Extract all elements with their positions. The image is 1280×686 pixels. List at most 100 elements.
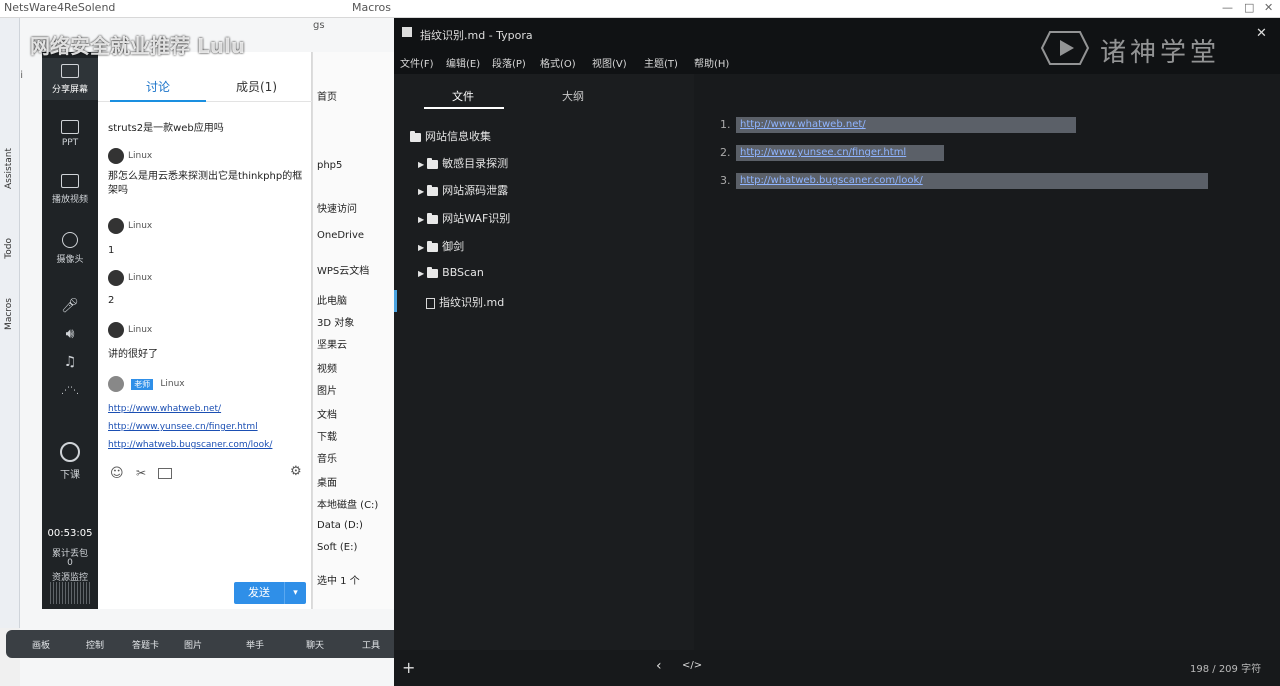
user-avatar [108, 218, 124, 234]
toolbar-item[interactable]: 控制 [86, 638, 104, 651]
explorer-item[interactable]: OneDrive [317, 230, 364, 241]
word-count[interactable]: 198 / 209 字符 [1190, 660, 1261, 675]
toolbar-item[interactable]: 举手 [246, 638, 264, 651]
todo-tab[interactable]: Todo [4, 238, 14, 259]
explorer-item[interactable]: Soft (E:) [317, 542, 357, 553]
watermark-logo-icon [1040, 31, 1090, 65]
caret-right-icon: ▶ [418, 269, 425, 278]
tab-files[interactable]: 文件 [452, 88, 474, 104]
class-timer: 00:53:05 [47, 528, 93, 539]
menu-theme[interactable]: 主题(T) [644, 55, 678, 70]
settings-gear-icon[interactable]: ⚙ [290, 464, 302, 479]
file-explorer-partial: 首页 php5 快速访问 OneDrive WPS云文档 此电脑 3D 对象 坚… [312, 52, 394, 609]
caret-right-icon: ▶ [418, 243, 425, 252]
ide-settings-label: gs [313, 20, 325, 31]
video-icon [61, 174, 79, 188]
tree-folder[interactable]: ▶ 网站源码泄露 [418, 182, 508, 198]
tree-folder[interactable]: ▶ 网站WAF识别 [418, 210, 510, 226]
menu-file[interactable]: 文件(F) [400, 55, 434, 70]
typora-sidebar: 文件 大纲 网站信息收集 ▶ 敏感目录探测 ▶ 网站源码泄露 ▶ 网站WAF识别 ▶ 御… [394, 74, 694, 686]
tree-folder[interactable]: ▶ 敏感目录探测 [418, 155, 508, 171]
explorer-item[interactable]: 本地磁盘 (C:) [317, 496, 378, 511]
tab-discuss[interactable]: 讨论 [146, 78, 170, 95]
explorer-item[interactable]: 图片 [317, 382, 337, 397]
explorer-item[interactable]: 音乐 [317, 450, 337, 465]
tree-folder[interactable]: ▶ 御剑 [418, 238, 464, 254]
tab-outline[interactable]: 大纲 [562, 88, 584, 104]
maximize-button[interactable]: □ [1244, 1, 1254, 14]
chat-link: http://www.whatweb.net/ [108, 404, 222, 414]
macros-tab[interactable]: Macros [4, 298, 14, 330]
send-options-dropdown[interactable]: ▾ [284, 582, 306, 604]
toolbar-item[interactable]: 聊天 [306, 638, 324, 651]
teacher-badge: 老师 [131, 379, 154, 390]
microphone-icon: 🎤︎ [61, 298, 79, 314]
watermark-brand: 诸神学堂 [1100, 38, 1221, 68]
image-icon[interactable] [158, 468, 172, 479]
microphone-button[interactable]: 🎤︎ [42, 298, 98, 314]
tab-members[interactable]: 成员(1) [236, 78, 277, 95]
folder-icon [427, 212, 439, 224]
emoji-icon[interactable]: ☺ [110, 466, 124, 481]
toolbar-item[interactable]: 画板 [32, 638, 50, 651]
source-code-mode-button[interactable]: </> [682, 660, 702, 671]
tree-folder[interactable]: ▶ BBScan [418, 266, 484, 279]
typora-window: 指纹识别.md - Typora ✕ 文件(F) 编辑(E) 段落(P) 格式(… [394, 18, 1280, 686]
ppt-button[interactable]: PPT [42, 120, 98, 148]
teacher-message: 老师 Linux [108, 376, 304, 392]
explorer-item[interactable]: 桌面 [317, 474, 337, 489]
explorer-item[interactable]: 3D 对象 [317, 314, 354, 329]
music-button[interactable]: ♫ [42, 354, 98, 370]
tree-file-active[interactable]: 指纹识别.md [426, 294, 504, 310]
menu-paragraph[interactable]: 段落(P) [492, 55, 526, 70]
toolbar-item[interactable]: 工具 [362, 638, 380, 651]
packet-loss-value: 0 [67, 558, 73, 568]
chat-panel: 讨论 成员(1) struts2是一款web应用吗 Linux 那怎么是用云悉来… [98, 52, 312, 609]
toolbar-item[interactable]: 图片 [184, 638, 202, 651]
user-avatar [108, 270, 124, 286]
add-file-button[interactable]: + [402, 658, 415, 677]
close-button[interactable]: ✕ [1264, 1, 1273, 14]
caret-right-icon: ▶ [418, 215, 425, 224]
explorer-item[interactable]: 视频 [317, 360, 337, 375]
menu-view[interactable]: 视图(V) [592, 55, 627, 70]
explorer-item[interactable]: 下载 [317, 428, 337, 443]
explorer-item[interactable]: 文档 [317, 406, 337, 421]
typora-close-button[interactable]: ✕ [1256, 26, 1267, 41]
explorer-item[interactable]: Data (D:) [317, 520, 363, 531]
send-button[interactable]: 发送 [234, 582, 284, 604]
list-link[interactable]: http://www.whatweb.net/ [736, 117, 1076, 133]
menu-help[interactable]: 帮助(H) [694, 55, 729, 70]
end-class-button[interactable]: 下课 [42, 442, 98, 481]
folder-icon [410, 130, 421, 142]
speaker-button[interactable]: 🔊︎ [42, 326, 98, 342]
chat-link: http://whatweb.bugscaner.com/look/ [108, 440, 273, 450]
back-button[interactable]: ‹ [656, 658, 662, 674]
play-video-button[interactable]: 播放视频 [42, 174, 98, 205]
chat-message-text: 讲的很好了 [108, 349, 158, 360]
explorer-item[interactable]: 此电脑 [317, 292, 347, 307]
ide-side-strip: Assistant Todo Macros [0, 18, 20, 628]
minimize-button[interactable]: — [1222, 1, 1233, 14]
explorer-item[interactable]: WPS云文档 [317, 262, 369, 277]
folder-icon [427, 240, 439, 252]
typora-editor[interactable]: 1. http://www.whatweb.net/ 2. http://www… [694, 74, 1280, 686]
more-button[interactable]: ⋰⋱ [42, 386, 98, 396]
macros-menu[interactable]: Macros [352, 1, 391, 14]
explorer-item[interactable]: 坚果云 [317, 336, 347, 351]
assistant-tab[interactable]: Assistant [4, 148, 14, 189]
camera-button[interactable]: 摄像头 [42, 232, 98, 265]
music-icon: ♫ [63, 354, 77, 370]
share-screen-button[interactable]: 分享屏幕 [42, 58, 98, 100]
list-link[interactable]: http://whatweb.bugscaner.com/look/ [736, 173, 1208, 189]
chat-message: Linux [108, 148, 304, 164]
toolbar-item[interactable]: 答题卡 [132, 638, 159, 651]
menu-edit[interactable]: 编辑(E) [446, 55, 480, 70]
list-link[interactable]: http://www.yunsee.cn/finger.html [736, 145, 944, 161]
explorer-item[interactable]: 首页 [317, 88, 337, 103]
explorer-tab[interactable]: php5 [317, 160, 342, 171]
tree-folder-root[interactable]: 网站信息收集 [410, 128, 491, 144]
scissors-icon[interactable]: ✂ [136, 466, 146, 480]
explorer-item[interactable]: 快速访问 [317, 200, 357, 215]
menu-format[interactable]: 格式(O) [540, 55, 576, 70]
